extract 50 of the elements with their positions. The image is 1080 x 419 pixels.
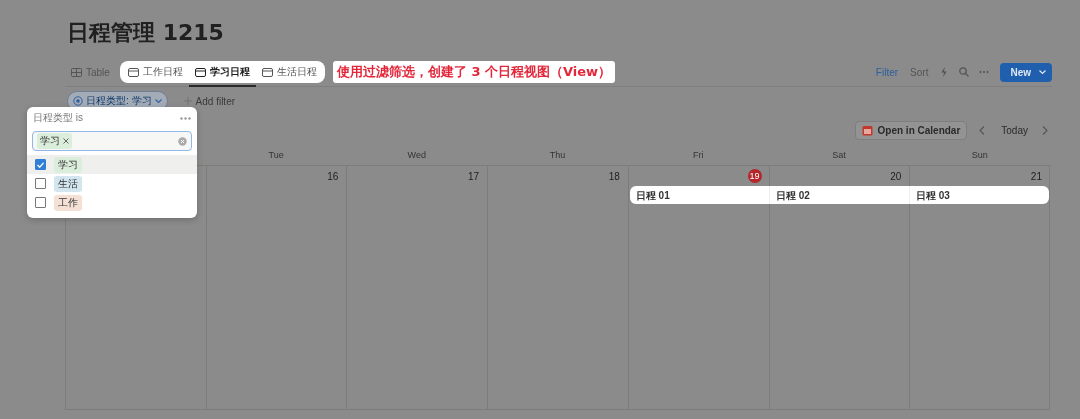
calendar-icon: [127, 66, 139, 78]
more-icon: [180, 116, 191, 120]
filter-circle-icon: [73, 96, 83, 106]
checkbox[interactable]: [35, 178, 46, 189]
calendar-icon: [861, 125, 873, 136]
filter-condition[interactable]: 日程类型 is: [33, 111, 83, 125]
option-tag: 学习: [54, 156, 82, 173]
caret-icon: [154, 98, 162, 104]
search-icon[interactable]: [959, 67, 970, 77]
today-date: 19: [747, 169, 762, 183]
checkbox[interactable]: [35, 197, 46, 208]
chevron-left-icon[interactable]: [979, 126, 986, 135]
chevron-right-icon[interactable]: [1042, 126, 1048, 135]
weekday-label: Wed: [346, 146, 488, 166]
table-icon: [71, 66, 82, 78]
event-item[interactable]: 日程 03: [909, 186, 1049, 204]
calendar-icon: [194, 66, 206, 78]
filter-input[interactable]: 学习: [32, 131, 192, 151]
date-number: 17: [467, 169, 481, 183]
open-in-calendar-button[interactable]: Open in Calendar: [854, 121, 968, 140]
filter-option[interactable]: 工作: [27, 193, 197, 212]
clear-icon: [178, 136, 187, 146]
filter-option[interactable]: 生活: [27, 174, 197, 193]
event-item[interactable]: 日程 02: [769, 186, 910, 204]
caret-icon: [1039, 69, 1046, 75]
weekday-label: Sun: [909, 146, 1050, 166]
date-number: 21: [1029, 169, 1043, 183]
weekday-label: Thu: [487, 146, 628, 166]
event-item[interactable]: 日程 01: [629, 186, 770, 204]
filter-option[interactable]: 学习: [27, 155, 197, 174]
option-tag: 工作: [54, 194, 82, 211]
weekday-label: Fri: [627, 146, 769, 166]
date-number: 18: [607, 169, 621, 183]
new-button[interactable]: New: [1000, 62, 1052, 82]
checkbox[interactable]: [35, 159, 46, 170]
close-icon: [63, 138, 69, 144]
option-tag: 生活: [54, 175, 82, 192]
weekday-label: Sat: [768, 146, 910, 166]
weekday-label: Tue: [205, 146, 347, 166]
view-tab[interactable]: 学习日程: [188, 61, 256, 83]
view-tab[interactable]: 生活日程: [255, 61, 323, 83]
date-number: 16: [326, 169, 340, 183]
calendar-icon: [261, 66, 273, 78]
page-title: 日程管理 1215: [67, 19, 225, 47]
selected-tag: 学习: [37, 133, 72, 149]
check-icon: [37, 161, 44, 168]
today-button[interactable]: Today: [995, 124, 1034, 137]
annotation-text: 使用过滤筛选，创建了 3 个日程视图（View）: [332, 61, 616, 83]
view-tab[interactable]: 工作日程: [121, 61, 189, 83]
date-number: 20: [889, 169, 903, 183]
